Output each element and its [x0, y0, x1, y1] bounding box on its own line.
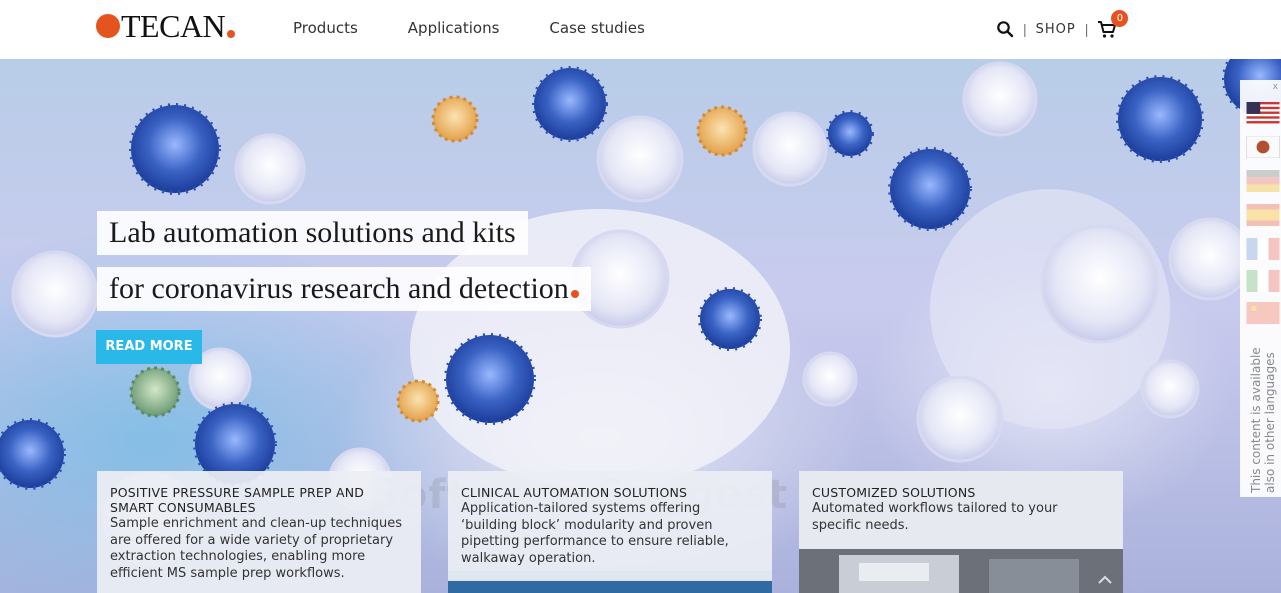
close-icon[interactable]: x: [1273, 82, 1278, 92]
tecan-logo[interactable]: TECAN: [96, 8, 236, 44]
separator: |: [1084, 21, 1089, 37]
hero-headline-text: for coronavirus research and detection: [109, 272, 569, 305]
hero-headline-line-1: Lab automation solutions and kits: [97, 211, 528, 255]
card-content: CLINICAL AUTOMATION SOLUTIONS Applicatio…: [448, 471, 772, 581]
headline-period-icon: [570, 290, 579, 298]
card-clinical-automation[interactable]: CLINICAL AUTOMATION SOLUTIONS Applicatio…: [448, 471, 772, 593]
separator: |: [1023, 21, 1027, 37]
search-icon[interactable]: [996, 20, 1014, 38]
card-title: CLINICAL AUTOMATION SOLUTIONS: [461, 485, 688, 500]
nav-case-studies[interactable]: Case studies: [549, 19, 644, 37]
language-note-text: This content is available also in other …: [1249, 347, 1277, 493]
card-content: POSITIVE PRESSURE SAMPLE PREP AND SMART …: [97, 471, 421, 593]
cart-count-badge: 0: [1111, 10, 1129, 27]
nav-products[interactable]: Products: [293, 19, 358, 37]
language-note: This content is available also in other …: [1249, 343, 1281, 493]
italy-flag-icon[interactable]: [1245, 270, 1281, 292]
hero-headline-line-2: for coronavirus research and detection: [97, 267, 591, 311]
card-title: CUSTOMIZED SOLUTIONS: [812, 485, 976, 500]
header-tools: | SHOP | 0: [996, 10, 1129, 40]
card-text: Application-tailored systems offering ‘b…: [461, 501, 729, 566]
hero-banner: Lab automation solutions and kits for co…: [0, 59, 1281, 593]
nav-applications[interactable]: Applications: [408, 19, 500, 37]
card-title: POSITIVE PRESSURE SAMPLE PREP AND SMART …: [110, 485, 365, 515]
shop-link[interactable]: SHOP: [1036, 22, 1076, 37]
cart-button[interactable]: 0: [1097, 10, 1129, 39]
site-header: TECAN Products Applications Case studies…: [0, 0, 1281, 59]
card-text: Sample enrichment and clean-up technique…: [110, 516, 403, 581]
card-customized-solutions[interactable]: CUSTOMIZED SOLUTIONS Automated workflows…: [799, 471, 1123, 593]
spain-flag-icon[interactable]: [1245, 204, 1281, 226]
logo-period-icon: [227, 30, 236, 38]
japan-flag-icon[interactable]: [1245, 136, 1281, 158]
france-flag-icon[interactable]: [1245, 238, 1281, 260]
hero-headline-text: Lab automation solutions and kits: [109, 216, 516, 249]
logo-dot-icon: [96, 14, 120, 38]
read-more-button[interactable]: READ MORE: [96, 330, 202, 364]
germany-flag-icon[interactable]: [1245, 170, 1281, 192]
logo-text: TECAN: [121, 8, 226, 44]
main-nav: Products Applications Case studies: [293, 19, 695, 37]
china-flag-icon[interactable]: [1245, 302, 1281, 324]
card-content: CUSTOMIZED SOLUTIONS Automated workflows…: [799, 471, 1123, 549]
card-positive-pressure[interactable]: POSITIVE PRESSURE SAMPLE PREP AND SMART …: [97, 471, 421, 593]
card-text: Automated workflows tailored to your spe…: [812, 501, 1058, 533]
us-flag-icon[interactable]: [1245, 102, 1281, 124]
